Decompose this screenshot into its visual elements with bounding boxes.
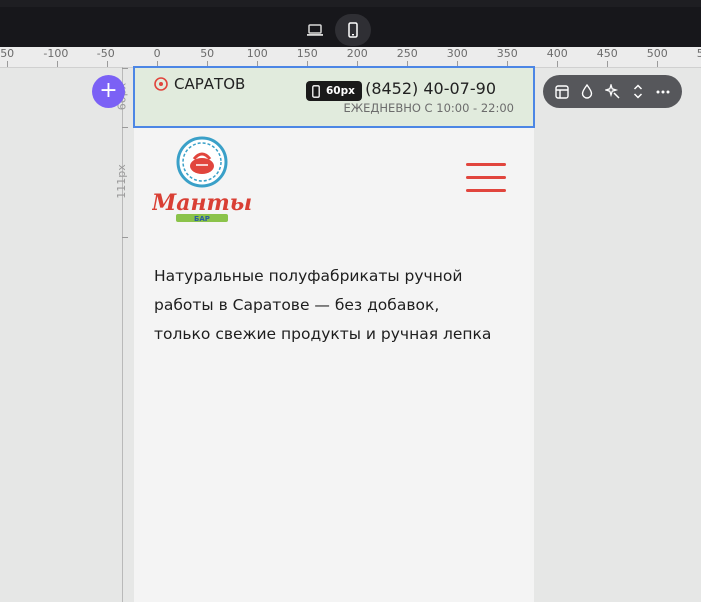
description-line: только свежие продукты и ручная лепка <box>154 325 492 343</box>
ruler-tick-mark <box>557 61 558 67</box>
location-pin-icon <box>154 77 168 91</box>
city-label: САРАТОВ <box>174 75 246 93</box>
droplet-icon <box>581 84 593 99</box>
block-toolbar <box>543 75 682 108</box>
ruler-tick-label: 450 <box>596 47 618 60</box>
ruler-tick-label: 200 <box>346 47 368 60</box>
ruler-tick-label: 250 <box>396 47 418 60</box>
ruler-tick-label: 350 <box>496 47 518 60</box>
sparkle-wand-icon <box>604 84 620 99</box>
ruler-tick-label: -100 <box>43 47 69 60</box>
layout-button[interactable] <box>551 81 573 103</box>
phone-icon <box>312 84 320 98</box>
height-label-logo: 111px <box>114 164 128 199</box>
description-line: Натуральные полуфабрикаты ручной <box>154 267 463 285</box>
menu-line-icon <box>466 176 506 179</box>
more-options-button[interactable] <box>652 81 674 103</box>
manty-bar-logo-icon: Манты БАР <box>151 136 252 223</box>
menu-line-icon <box>466 189 506 192</box>
svg-text:БАР: БАР <box>194 215 210 223</box>
ruler-tick-label: -50 <box>96 47 115 60</box>
horizontal-ruler: 50 -100 -50 0 50 100 150 200 250 300 350 400 450 500 5… <box>0 47 701 68</box>
ruler-tick-label: 150 <box>296 47 318 60</box>
ai-magic-button[interactable] <box>601 81 623 103</box>
mobile-canvas[interactable]: САРАТОВ +7 (8452) 40-07-90 ЕЖЕДНЕВНО С 1… <box>133 66 535 602</box>
ruler-tick-mark <box>607 61 608 67</box>
add-block-button[interactable]: + <box>92 75 125 108</box>
device-switcher-bar <box>0 0 701 47</box>
layout-icon <box>554 84 569 99</box>
more-dots-icon <box>656 90 670 93</box>
hamburger-menu-button[interactable] <box>466 163 506 202</box>
ruler-tick-label: 400 <box>546 47 568 60</box>
ruler-tick-label: 0 <box>153 47 161 60</box>
description-line: работы в Саратове — без добавок, <box>154 296 440 314</box>
ruler-tick-label: 550 <box>697 47 701 60</box>
brand-logo[interactable]: Манты БАР <box>151 135 252 229</box>
ruler-bracket-mid <box>122 127 128 128</box>
ruler-bracket-bottom <box>122 237 128 238</box>
ruler-tick-mark <box>107 61 108 67</box>
color-button[interactable] <box>576 81 598 103</box>
ruler-tick-label: 500 <box>646 47 668 60</box>
ruler-tick-mark <box>657 61 658 67</box>
phone-icon <box>348 22 358 38</box>
laptop-icon <box>307 24 323 36</box>
size-badge: 60px <box>306 81 362 101</box>
size-badge-label: 60px <box>326 85 355 97</box>
vertical-ruler <box>122 67 123 602</box>
ruler-tick-mark <box>57 61 58 67</box>
ruler-tick-mark <box>7 61 8 67</box>
menu-line-icon <box>466 163 506 166</box>
city-block[interactable]: САРАТОВ <box>154 75 245 93</box>
move-button[interactable] <box>627 81 649 103</box>
laptop-view-button[interactable] <box>297 14 333 46</box>
ruler-bracket-top <box>122 68 128 69</box>
phone-view-button[interactable] <box>335 14 371 46</box>
chevron-up-down-icon <box>633 84 642 99</box>
ruler-tick-label: 100 <box>246 47 268 60</box>
ruler-tick-label: 50 <box>200 47 215 60</box>
hero-description[interactable]: Натуральные полуфабрикаты ручной работы … <box>154 262 514 349</box>
ruler-tick-label: 300 <box>446 47 468 60</box>
svg-text:Манты: Манты <box>152 190 252 216</box>
ruler-tick-label: 50 <box>0 47 15 60</box>
opening-hours: ЕЖЕДНЕВНО С 10:00 - 22:00 <box>343 101 515 115</box>
